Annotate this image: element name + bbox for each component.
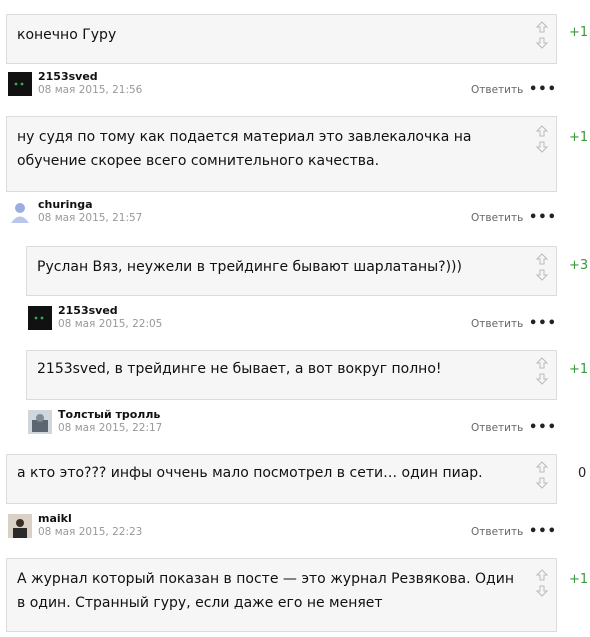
more-options-icon[interactable]: ••• <box>529 316 557 331</box>
vote-up-icon[interactable] <box>536 253 548 265</box>
vote-up-icon[interactable] <box>536 21 548 33</box>
more-options-icon[interactable]: ••• <box>529 420 557 435</box>
vote-down-icon[interactable] <box>536 141 548 153</box>
avatar[interactable] <box>8 200 32 224</box>
vote-down-icon[interactable] <box>536 269 548 281</box>
comment-author[interactable]: churinga <box>38 198 93 211</box>
comment-author[interactable]: 2153sved <box>58 304 118 317</box>
vote-down-icon[interactable] <box>536 37 548 49</box>
reply-button[interactable]: Ответить <box>471 212 523 224</box>
comment-text: ну судя по тому как подается материал эт… <box>17 129 472 169</box>
more-options-icon[interactable]: ••• <box>529 524 557 539</box>
more-options-icon[interactable]: ••• <box>529 210 557 225</box>
vote-up-icon[interactable] <box>536 461 548 473</box>
comment-bubble: А журнал который показан в посте — это ж… <box>6 558 557 632</box>
comment-bubble: ну судя по тому как подается материал эт… <box>6 116 557 192</box>
vote-down-icon[interactable] <box>536 585 548 597</box>
vote-up-icon[interactable] <box>536 125 548 137</box>
comment-score: +3 <box>569 258 589 273</box>
comment-score: 0 <box>578 466 587 481</box>
vote-controls <box>536 569 548 597</box>
comment-date: 08 мая 2015, 21:57 <box>38 212 143 224</box>
comment-text: 2153sved, в трейдинге не бывает, а вот в… <box>37 361 442 377</box>
avatar[interactable] <box>8 72 32 96</box>
reply-button[interactable]: Ответить <box>471 526 523 538</box>
comment-score: +1 <box>569 572 589 587</box>
comment-date: 08 мая 2015, 22:23 <box>38 526 143 538</box>
comment-text: А журнал который показан в посте — это ж… <box>17 571 514 611</box>
comment-text: конечно Гуру <box>17 27 117 43</box>
comment-score: +1 <box>569 25 589 40</box>
comment-date: 08 мая 2015, 22:05 <box>58 318 163 330</box>
vote-up-icon[interactable] <box>536 357 548 369</box>
comment-bubble: 2153sved, в трейдинге не бывает, а вот в… <box>26 350 557 400</box>
comment-score: +1 <box>569 362 589 377</box>
comment-author[interactable]: 2153sved <box>38 70 98 83</box>
comment-date: 08 мая 2015, 21:56 <box>38 84 143 96</box>
avatar[interactable] <box>28 306 52 330</box>
comment-bubble: конечно Гуру <box>6 14 557 64</box>
vote-controls <box>536 125 548 153</box>
vote-down-icon[interactable] <box>536 477 548 489</box>
reply-button[interactable]: Ответить <box>471 318 523 330</box>
vote-controls <box>536 21 548 49</box>
comment-author[interactable]: maikl <box>38 512 72 525</box>
comment-date: 08 мая 2015, 22:17 <box>58 422 163 434</box>
vote-controls <box>536 357 548 385</box>
avatar[interactable] <box>8 514 32 538</box>
comment-author[interactable]: Толстый тролль <box>58 408 160 421</box>
comment-bubble: а кто это??? инфы оччень мало посмотрел … <box>6 454 557 504</box>
comment-text: Руслан Вяз, неужели в трейдинге бывают ш… <box>37 259 462 275</box>
vote-controls <box>536 253 548 281</box>
reply-button[interactable]: Ответить <box>471 422 523 434</box>
vote-controls <box>536 461 548 489</box>
avatar[interactable] <box>28 410 52 434</box>
vote-down-icon[interactable] <box>536 373 548 385</box>
comment-text: а кто это??? инфы оччень мало посмотрел … <box>17 465 483 481</box>
vote-up-icon[interactable] <box>536 569 548 581</box>
comment-score: +1 <box>569 130 589 145</box>
more-options-icon[interactable]: ••• <box>529 82 557 97</box>
comment-bubble: Руслан Вяз, неужели в трейдинге бывают ш… <box>26 246 557 296</box>
reply-button[interactable]: Ответить <box>471 84 523 96</box>
